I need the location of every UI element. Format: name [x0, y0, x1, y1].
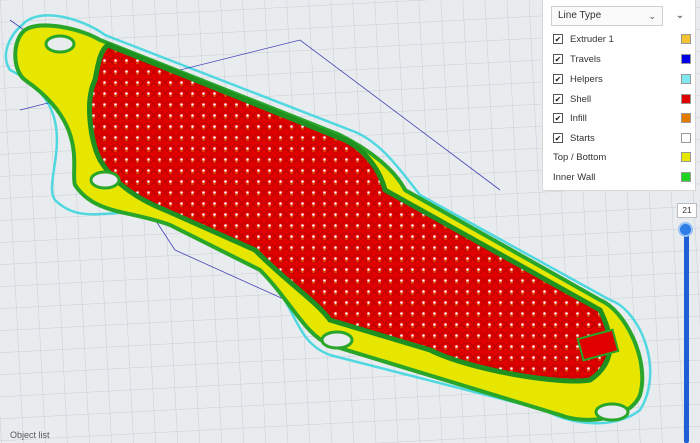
- layer-number-badge: 21: [677, 203, 697, 218]
- legend-item-travels[interactable]: ✔ Travels: [553, 52, 691, 68]
- legend-item-starts[interactable]: ✔ Starts: [553, 131, 691, 147]
- infill-checkbox[interactable]: ✔: [553, 113, 563, 123]
- chevron-down-icon: ⌄: [648, 11, 656, 21]
- legend-item-label: Extruder 1: [570, 34, 614, 45]
- layer-slider[interactable]: 21: [674, 203, 698, 443]
- legend-item-label: Shell: [570, 94, 592, 105]
- legend-item-shell[interactable]: ✔ Shell: [553, 92, 691, 108]
- legend-item-infill[interactable]: ✔ Infill: [553, 111, 691, 127]
- color-swatch: [681, 113, 691, 123]
- legend-item-helpers[interactable]: ✔ Helpers: [553, 72, 691, 88]
- legend-item-inner-wall: Inner Wall: [553, 170, 691, 186]
- helpers-checkbox[interactable]: ✔: [553, 74, 563, 84]
- shell-checkbox[interactable]: ✔: [553, 94, 563, 104]
- collapse-legend-button[interactable]: ⌄: [670, 6, 690, 26]
- color-swatch: [681, 54, 691, 64]
- color-swatch: [681, 74, 691, 84]
- mounting-hole: [594, 402, 630, 422]
- view-type-dropdown[interactable]: Line Type ⌄: [551, 6, 663, 26]
- legend-item-label: Inner Wall: [553, 172, 596, 183]
- object-list-toggle[interactable]: Object list: [10, 430, 50, 440]
- color-swatch: [681, 34, 691, 44]
- color-swatch: [681, 94, 691, 104]
- layer-slider-handle[interactable]: [678, 222, 693, 237]
- travels-checkbox[interactable]: ✔: [553, 54, 563, 64]
- mounting-hole: [320, 330, 354, 350]
- mounting-hole: [44, 34, 76, 54]
- layer-slider-track[interactable]: [684, 225, 689, 443]
- color-swatch: [681, 133, 691, 143]
- legend-item-label: Travels: [570, 54, 601, 65]
- legend-item-label: Top / Bottom: [553, 152, 607, 163]
- mounting-hole: [89, 170, 121, 190]
- color-swatch: [681, 172, 691, 182]
- extruder-1-checkbox[interactable]: ✔: [553, 34, 563, 44]
- color-swatch: [681, 152, 691, 162]
- legend-item-extruder-1[interactable]: ✔ Extruder 1: [553, 32, 691, 48]
- legend-panel: Line Type ⌄ ⌄ ✔ Extruder 1 ✔ Travels ✔ H…: [542, 0, 696, 191]
- legend-item-label: Helpers: [570, 74, 603, 85]
- legend-item-label: Infill: [570, 113, 587, 124]
- starts-checkbox[interactable]: ✔: [553, 133, 563, 143]
- legend-item-label: Starts: [570, 133, 595, 144]
- view-type-value: Line Type: [558, 10, 602, 21]
- legend-item-top-bottom: Top / Bottom: [553, 150, 691, 166]
